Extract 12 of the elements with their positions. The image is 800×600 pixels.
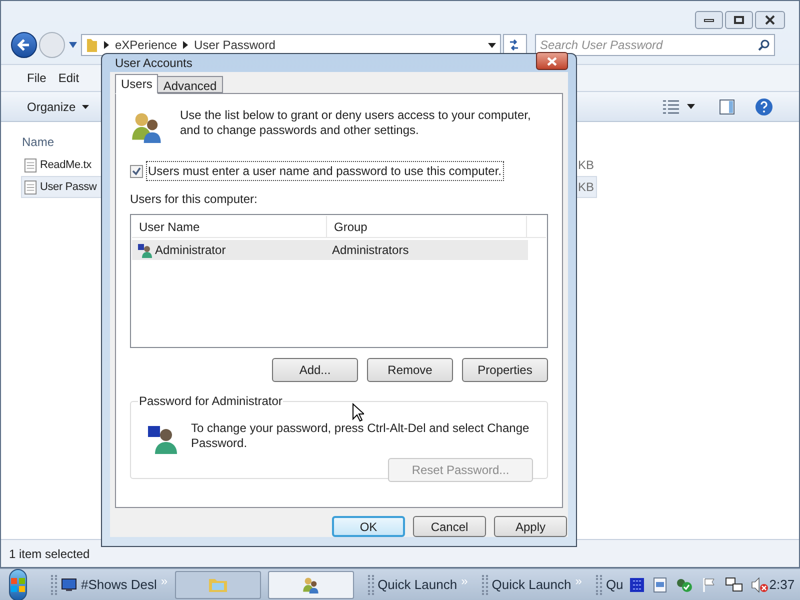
file-name: User Passw bbox=[40, 180, 97, 195]
file-size: KB bbox=[578, 157, 595, 174]
file-name: ReadMe.tx bbox=[40, 158, 92, 173]
section-label: Users for this computer: bbox=[130, 191, 258, 208]
table-cell-text: Administrators bbox=[332, 242, 409, 259]
password-text: To change your password, press Ctrl-Alt-Del and select Change Password. bbox=[191, 421, 530, 451]
status-text: 1 item selected bbox=[9, 546, 90, 562]
window-title: User Accounts bbox=[115, 55, 192, 72]
group-title: Password for Administrator bbox=[138, 394, 284, 408]
file-size: KB bbox=[578, 179, 595, 196]
table-cell-text: Administrator bbox=[155, 242, 227, 259]
intro-text: Use the list below to grant or deny users access to your computer, and to change passwords and other settings. bbox=[180, 108, 532, 138]
